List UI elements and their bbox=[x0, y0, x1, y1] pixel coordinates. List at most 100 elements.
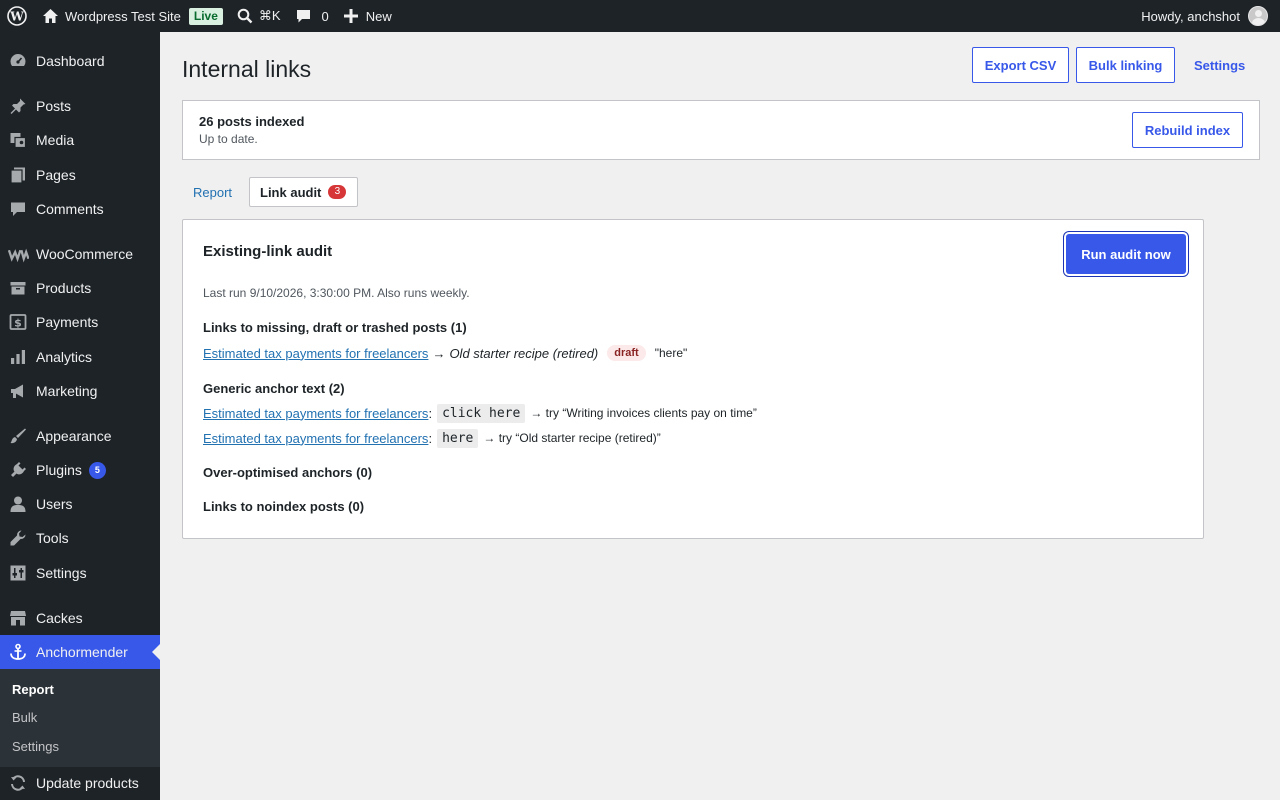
sidebar-item-label: WooCommerce bbox=[36, 246, 133, 262]
site-home-link[interactable]: Wordpress Test Site Live bbox=[35, 0, 230, 32]
sidebar-item-label: Marketing bbox=[36, 383, 98, 399]
index-status-text: Up to date. bbox=[199, 132, 258, 146]
wordpress-logo-icon[interactable]: W bbox=[0, 0, 35, 32]
sidebar-item-label: Pages bbox=[36, 167, 76, 183]
sidebar-item-settings[interactable]: Settings bbox=[0, 556, 160, 590]
colon: : bbox=[428, 430, 433, 446]
wrench-icon bbox=[0, 529, 36, 547]
link-audit-panel: Existing-link audit Run audit now Last r… bbox=[182, 219, 1204, 539]
sidebar-item-products[interactable]: Products bbox=[0, 271, 160, 305]
sidebar-item-analytics[interactable]: Analytics bbox=[0, 340, 160, 374]
live-badge: Live bbox=[188, 7, 223, 25]
generic-anchor-heading: Generic anchor text (2) bbox=[203, 381, 345, 396]
source-post-link[interactable]: Estimated tax payments for freelancers bbox=[203, 406, 428, 421]
admin-bar: W Wordpress Test Site Live ⌘K 0 New Howd… bbox=[0, 0, 1280, 32]
paintbrush-icon bbox=[0, 427, 36, 445]
new-content-link[interactable]: New bbox=[336, 0, 399, 32]
dashboard-gauge-icon bbox=[0, 52, 36, 70]
new-label: New bbox=[365, 8, 392, 24]
svg-text:$: $ bbox=[14, 317, 22, 330]
sidebar-item-label: Cackes bbox=[36, 610, 83, 626]
anchormender-submenu: Report Bulk Settings bbox=[0, 669, 160, 767]
sidebar-item-label: Media bbox=[36, 132, 75, 148]
sidebar-item-appearance[interactable]: Appearance bbox=[0, 419, 160, 453]
sidebar-item-comments[interactable]: Comments bbox=[0, 192, 160, 226]
sidebar-item-label: Anchormender bbox=[36, 644, 128, 660]
audit-count-badge: 3 bbox=[328, 185, 347, 199]
anchor-icon bbox=[0, 643, 36, 661]
anchor-code: here bbox=[437, 428, 479, 448]
comment-bubble-icon bbox=[0, 200, 36, 218]
list-item: Estimated tax payments for freelancers :… bbox=[203, 402, 757, 424]
last-run-text: Last run 9/10/2026, 3:30:00 PM. Also run… bbox=[203, 286, 470, 300]
sidebar-item-woocommerce[interactable]: WooCommerce bbox=[0, 237, 160, 271]
site-name: Wordpress Test Site bbox=[65, 8, 181, 24]
list-item: Estimated tax payments for freelancers :… bbox=[203, 427, 661, 449]
sidebar-item-dashboard[interactable]: Dashboard bbox=[0, 44, 160, 78]
page-title: Internal links bbox=[182, 56, 312, 82]
woocommerce-icon bbox=[0, 245, 36, 263]
sidebar-item-anchormender[interactable]: Anchormender bbox=[0, 635, 160, 669]
search-shortcut: ⌘K bbox=[258, 8, 281, 23]
pushpin-icon bbox=[0, 97, 36, 115]
settings-link[interactable]: Settings bbox=[1194, 47, 1245, 83]
avatar bbox=[1248, 6, 1268, 26]
sidebar-item-media[interactable]: Media bbox=[0, 123, 160, 157]
pages-icon bbox=[0, 166, 36, 184]
search-icon bbox=[237, 8, 253, 24]
storefront-icon bbox=[0, 609, 36, 627]
svg-text:W: W bbox=[9, 10, 24, 24]
sidebar-item-label: Plugins bbox=[36, 462, 82, 478]
sidebar-item-label: Dashboard bbox=[36, 53, 105, 69]
sidebar-item-label: Comments bbox=[36, 201, 104, 217]
noindex-heading: Links to noindex posts (0) bbox=[203, 499, 365, 514]
status-badge: draft bbox=[607, 345, 646, 361]
index-status-panel: 26 posts indexed Up to date. Rebuild ind… bbox=[182, 100, 1260, 160]
list-item: Estimated tax payments for freelancers →… bbox=[203, 344, 687, 362]
anchor-code: click here bbox=[437, 403, 526, 423]
rebuild-index-button[interactable]: Rebuild index bbox=[1132, 112, 1243, 148]
tab-link-audit[interactable]: Link audit 3 bbox=[249, 177, 358, 207]
submenu-item-settings[interactable]: Settings bbox=[12, 739, 59, 754]
tab-report[interactable]: Report bbox=[193, 185, 232, 200]
refresh-icon bbox=[0, 774, 36, 792]
command-search[interactable]: ⌘K bbox=[230, 0, 288, 32]
sidebar-item-plugins[interactable]: Plugins 5 bbox=[0, 453, 160, 487]
suggestion-text: → try “Writing invoices clients pay on t… bbox=[530, 406, 757, 420]
sidebar-item-label: Appearance bbox=[36, 428, 112, 444]
submenu-item-report[interactable]: Report bbox=[12, 682, 54, 697]
anchor-text: "here" bbox=[654, 346, 688, 360]
sidebar-item-label: Tools bbox=[36, 530, 69, 546]
sidebar-item-cackes[interactable]: Cackes bbox=[0, 601, 160, 635]
account-menu[interactable]: Howdy, anchshot bbox=[1134, 0, 1280, 32]
bulk-linking-button[interactable]: Bulk linking bbox=[1076, 47, 1175, 83]
sidebar-item-tools[interactable]: Tools bbox=[0, 521, 160, 555]
comment-bubble-icon bbox=[296, 10, 310, 23]
plug-icon bbox=[0, 461, 36, 479]
sidebar-item-users[interactable]: Users bbox=[0, 487, 160, 521]
home-icon bbox=[43, 9, 58, 23]
tab-label: Link audit bbox=[260, 184, 322, 200]
sidebar-item-pages[interactable]: Pages bbox=[0, 158, 160, 192]
megaphone-icon bbox=[0, 382, 36, 400]
target-post-title: Old starter recipe (retired) bbox=[449, 345, 599, 361]
comments-link[interactable]: 0 bbox=[288, 0, 336, 32]
colon: : bbox=[428, 405, 433, 421]
sidebar-item-label: Payments bbox=[36, 314, 99, 330]
source-post-link[interactable]: Estimated tax payments for freelancers bbox=[203, 346, 428, 361]
sidebar-item-payments[interactable]: $ Payments bbox=[0, 305, 160, 339]
submenu-item-bulk[interactable]: Bulk bbox=[12, 710, 37, 725]
run-audit-button[interactable]: Run audit now bbox=[1066, 234, 1186, 274]
sidebar-item-posts[interactable]: Posts bbox=[0, 89, 160, 123]
user-icon bbox=[0, 495, 36, 513]
main-content: Internal links Export CSV Bulk linking S… bbox=[160, 32, 1280, 800]
sidebar-item-marketing[interactable]: Marketing bbox=[0, 374, 160, 408]
sidebar-item-update-products[interactable]: Update products bbox=[0, 766, 160, 800]
posts-indexed-count: 26 posts indexed bbox=[199, 114, 305, 129]
media-icon bbox=[0, 131, 36, 149]
export-csv-button[interactable]: Export CSV bbox=[972, 47, 1069, 83]
plus-icon bbox=[343, 9, 358, 23]
source-post-link[interactable]: Estimated tax payments for freelancers bbox=[203, 431, 428, 446]
missing-links-heading: Links to missing, draft or trashed posts… bbox=[203, 320, 467, 335]
sidebar-item-label: Products bbox=[36, 280, 92, 296]
